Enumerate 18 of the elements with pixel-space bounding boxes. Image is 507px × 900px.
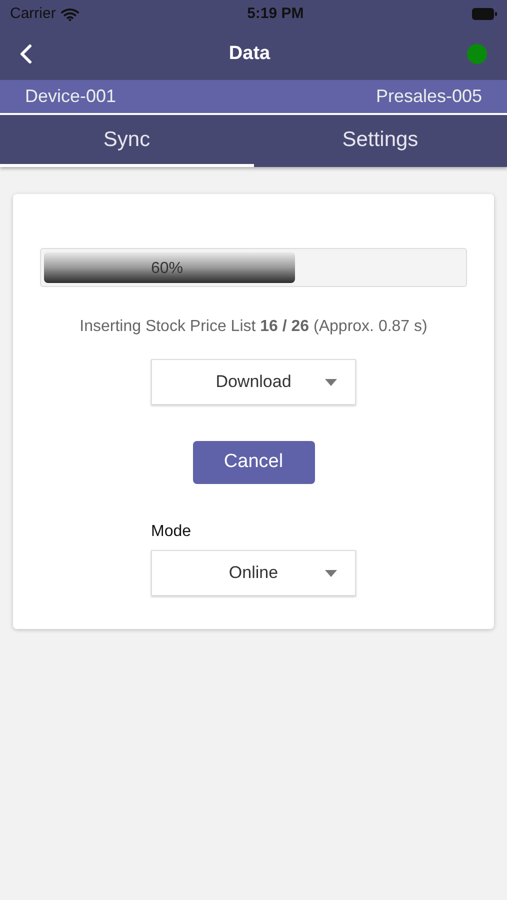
- back-icon[interactable]: [20, 44, 32, 64]
- direction-dropdown[interactable]: Download: [151, 359, 356, 405]
- sync-status-message: Inserting Stock Price List 16 / 26 (Approx. 0.87 s): [80, 317, 428, 337]
- mode-dropdown[interactable]: Online: [151, 550, 356, 596]
- battery-icon: [472, 8, 497, 20]
- device-label: Device-001: [25, 85, 116, 108]
- mode-label: Mode: [151, 522, 192, 542]
- progress-percent: 60%: [151, 259, 184, 279]
- presales-label: Presales-005: [376, 85, 482, 108]
- tab[interactable]: Settings: [254, 115, 507, 167]
- tab[interactable]: Sync: [0, 115, 254, 167]
- carrier-label: Carrier: [10, 4, 56, 24]
- wifi-icon: [60, 8, 79, 20]
- clock-time: 5:19 PM: [247, 4, 304, 24]
- page-title: Data: [228, 42, 270, 66]
- caret-icon: [325, 378, 337, 386]
- caret-icon: [325, 570, 337, 576]
- cancel-button[interactable]: Cancel: [192, 441, 314, 484]
